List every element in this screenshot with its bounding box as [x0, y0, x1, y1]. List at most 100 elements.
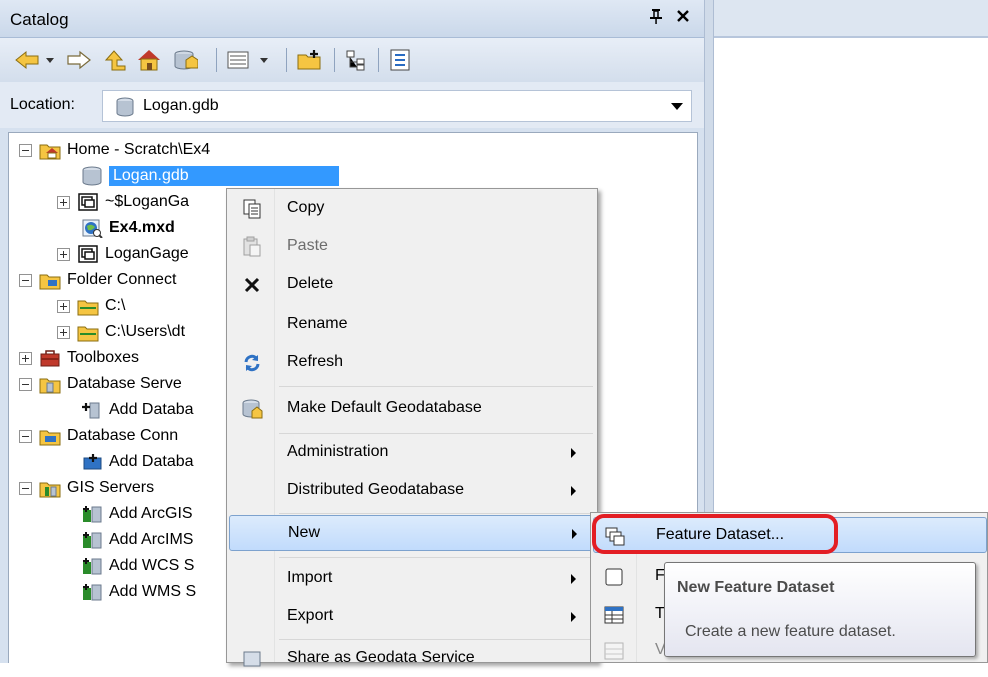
menu-label: Make Default Geodatabase	[287, 399, 482, 416]
menu-label: Delete	[287, 275, 334, 292]
add-database-server-icon	[81, 400, 103, 420]
menu-item-administration[interactable]: Administration	[229, 435, 595, 471]
menu-item-copy[interactable]: Copy	[229, 191, 595, 227]
tree-item-add-arcims-server[interactable]: Add ArcIMS	[81, 527, 193, 553]
tree-item-database-connections[interactable]: Database Conn	[19, 423, 178, 449]
map-layer-file-icon	[77, 192, 99, 212]
forward-arrow-icon[interactable]	[64, 46, 94, 74]
menu-label: Distributed Geodatabase	[287, 481, 464, 498]
submenu-arrow-icon	[571, 448, 576, 458]
menu-item-refresh[interactable]: Refresh	[229, 345, 595, 381]
close-icon[interactable]	[676, 6, 690, 29]
submenu-arrow-icon	[571, 486, 576, 496]
default-geodatabase-icon[interactable]	[170, 46, 200, 74]
menu-item-new[interactable]: New	[229, 515, 595, 551]
home-folder-icon	[39, 140, 61, 160]
tree-item-database-servers[interactable]: Database Serve	[19, 371, 182, 397]
tree-label: Add Databa	[109, 401, 194, 418]
collapse-icon[interactable]	[19, 429, 32, 443]
add-server-icon	[81, 530, 103, 550]
map-layer-file-icon	[77, 244, 99, 264]
toolbox-icon	[39, 348, 61, 368]
tree-item-home[interactable]: Home - Scratch\Ex4	[19, 137, 210, 163]
tree-item-add-database-connection[interactable]: Add Databa	[81, 449, 194, 475]
tree-item-logangage[interactable]: LoganGage	[57, 241, 189, 267]
tree-item-folder-connections[interactable]: Folder Connect	[19, 267, 176, 293]
menu-label: New	[288, 524, 321, 541]
tree-item-add-wcs-server[interactable]: Add WCS S	[81, 553, 194, 579]
tree-item-loganga-temp[interactable]: ~$LoganGa	[57, 189, 189, 215]
menu-item-paste[interactable]: Paste	[229, 229, 595, 265]
tree-item-ex4-mxd[interactable]: Ex4.mxd	[81, 215, 175, 241]
toolbar-separator	[334, 48, 335, 72]
menu-item-distributed-geodatabase[interactable]: Distributed Geodatabase	[229, 473, 595, 509]
home-folder-icon[interactable]	[134, 46, 164, 74]
up-one-level-icon[interactable]	[100, 46, 130, 74]
menu-label: Export	[287, 607, 334, 624]
menu-item-make-default-geodatabase[interactable]: Make Default Geodatabase	[229, 391, 595, 427]
tree-item-gis-servers[interactable]: GIS Servers	[19, 475, 154, 501]
toggle-contents-icon[interactable]	[342, 46, 372, 74]
folder-connections-icon	[39, 270, 61, 290]
expand-icon[interactable]	[57, 325, 70, 339]
location-dropdown[interactable]: Logan.gdb	[102, 90, 692, 122]
expand-icon[interactable]	[57, 299, 70, 313]
collapse-icon[interactable]	[19, 273, 32, 287]
tooltip-description: Create a new feature dataset.	[685, 623, 896, 640]
menu-item-export[interactable]: Export	[229, 599, 595, 635]
tree-item-add-arcgis-server[interactable]: Add ArcGIS	[81, 501, 193, 527]
tree-item-logan-gdb[interactable]: Logan.gdb	[81, 163, 339, 189]
view-options-icon[interactable]	[226, 46, 278, 74]
menu-label: Rename	[287, 315, 348, 332]
geodatabase-icon	[81, 166, 103, 186]
submenu-arrow-icon	[571, 612, 576, 622]
tooltip-title: New Feature Dataset	[677, 579, 835, 596]
menu-label: Import	[287, 569, 333, 586]
options-icon[interactable]	[386, 46, 416, 74]
tree-item-add-database-server[interactable]: Add Databa	[81, 397, 194, 423]
copy-icon	[241, 198, 263, 220]
catalog-title: Catalog	[10, 10, 69, 29]
tree-item-c-drive[interactable]: C:\	[57, 293, 125, 319]
menu-item-import[interactable]: Import	[229, 561, 595, 597]
expand-icon[interactable]	[19, 351, 32, 365]
menu-separator	[279, 386, 593, 387]
toolbar-separator	[216, 48, 217, 72]
tree-item-toolboxes[interactable]: Toolboxes	[19, 345, 139, 371]
toolbar-separator	[286, 48, 287, 72]
map-document-icon	[81, 218, 103, 238]
menu-item-delete[interactable]: Delete	[229, 267, 595, 303]
tree-item-add-wms-server[interactable]: Add WMS S	[81, 579, 196, 605]
submenu-arrow-icon	[572, 529, 577, 539]
menu-label: Copy	[287, 199, 325, 216]
menu-separator	[279, 513, 593, 514]
pin-icon[interactable]	[649, 8, 663, 28]
database-connections-icon	[39, 426, 61, 446]
menu-item-share-geodata-service[interactable]: Share as Geodata Service	[229, 641, 595, 677]
chevron-down-icon[interactable]	[671, 103, 683, 110]
highlight-annotation	[592, 514, 838, 554]
paste-icon	[241, 236, 263, 258]
tree-label: Database Conn	[67, 427, 179, 444]
tree-label-selected: Logan.gdb	[109, 166, 339, 186]
map-view-header	[714, 0, 988, 38]
connect-folder-icon[interactable]	[294, 46, 326, 74]
add-server-icon	[81, 582, 103, 602]
tree-label: GIS Servers	[67, 479, 155, 496]
add-server-icon	[81, 504, 103, 524]
location-label: Location:	[10, 96, 75, 113]
tree-label: C:\Users\dt	[105, 323, 186, 340]
collapse-icon[interactable]	[19, 481, 32, 495]
catalog-title-bar: Catalog	[0, 0, 704, 38]
toolbar-separator	[378, 48, 379, 72]
expand-icon[interactable]	[57, 195, 70, 209]
expand-icon[interactable]	[57, 247, 70, 261]
back-arrow-icon[interactable]	[14, 46, 60, 74]
collapse-icon[interactable]	[19, 377, 32, 391]
menu-item-rename[interactable]: Rename	[229, 307, 595, 343]
add-server-icon	[81, 556, 103, 576]
tree-label: Toolboxes	[67, 349, 140, 366]
tree-label: ~$LoganGa	[105, 193, 190, 210]
collapse-icon[interactable]	[19, 143, 32, 157]
tree-item-c-users[interactable]: C:\Users\dt	[57, 319, 185, 345]
